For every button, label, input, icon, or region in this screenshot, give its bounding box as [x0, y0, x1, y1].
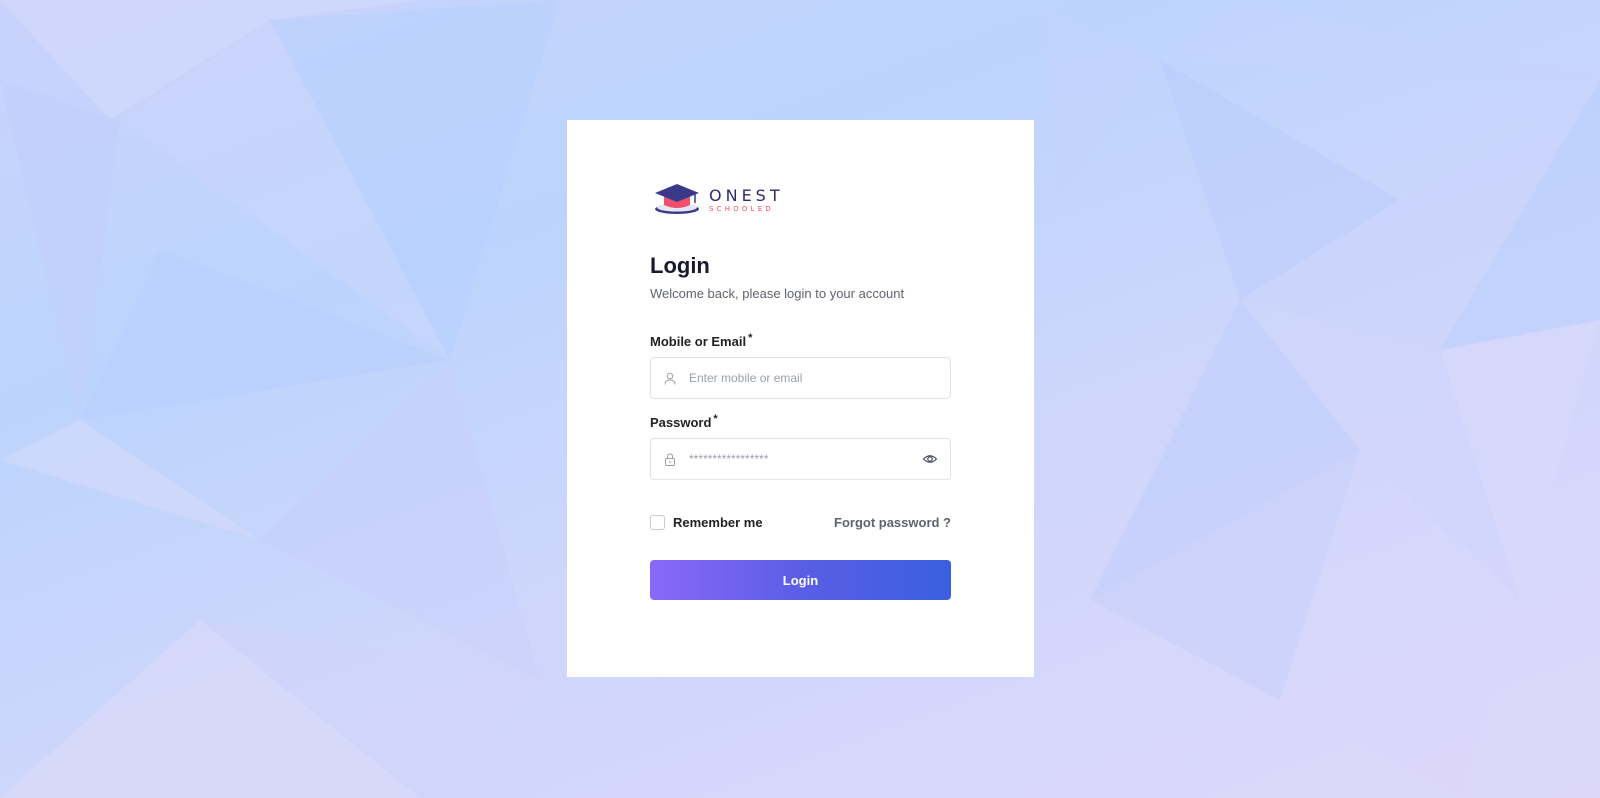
password-label-text: Password — [650, 415, 712, 430]
password-field-wrapper — [650, 438, 951, 480]
email-input[interactable] — [687, 370, 938, 386]
email-label: Mobile or Email * — [650, 332, 951, 350]
email-label-text: Mobile or Email — [650, 334, 747, 349]
eye-icon[interactable] — [922, 451, 938, 467]
password-label: Password * — [650, 413, 951, 431]
user-icon — [663, 371, 677, 385]
lock-icon — [663, 452, 677, 466]
email-field-wrapper — [650, 357, 951, 399]
remember-label: Remember me — [673, 514, 763, 530]
required-marker: * — [748, 332, 753, 344]
options-row: Remember me Forgot password ? — [650, 513, 951, 531]
brand-logo: ONEST SCHOOLED — [653, 182, 951, 218]
page-title: Login — [650, 253, 710, 278]
password-input[interactable] — [687, 451, 922, 467]
forgot-password-link[interactable]: Forgot password ? — [834, 515, 951, 530]
remember-me[interactable]: Remember me — [650, 514, 763, 530]
login-card: ONEST SCHOOLED Login Welcome back, pleas… — [567, 120, 1034, 677]
brand-name: ONEST — [709, 185, 784, 205]
login-button[interactable]: Login — [650, 560, 951, 600]
required-marker: * — [713, 413, 718, 425]
brand-tagline: SCHOOLED — [709, 204, 774, 213]
page-subtitle: Welcome back, please login to your accou… — [650, 286, 905, 301]
graduation-cap-icon — [655, 184, 699, 214]
remember-checkbox[interactable] — [650, 514, 665, 530]
